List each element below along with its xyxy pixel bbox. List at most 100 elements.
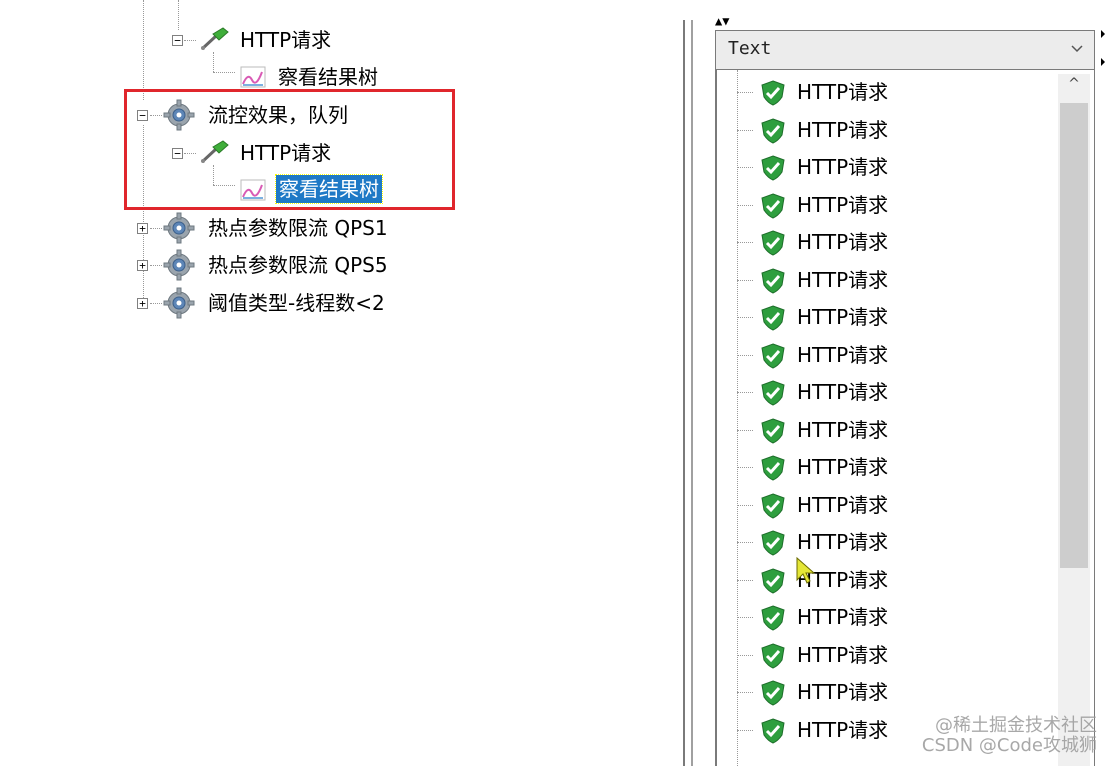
result-label: HTTP请求: [797, 267, 889, 292]
result-list-item[interactable]: HTTP请求: [717, 561, 1057, 599]
result-list-item[interactable]: HTTP请求: [717, 223, 1057, 261]
list-connector: [737, 354, 753, 356]
split-pane-border: [683, 20, 685, 766]
result-list-item[interactable]: HTTP请求: [717, 73, 1057, 111]
tree-connector: [184, 40, 196, 41]
success-shield-icon: [761, 155, 785, 181]
expand-toggle-icon[interactable]: +: [137, 223, 148, 234]
result-label: HTTP请求: [797, 80, 889, 104]
results-list[interactable]: HTTP请求 HTTP请求 HTTP请求 HTTP请求 HTTP请求 HTTP请求 HTTP…: [715, 70, 1095, 766]
split-pane-divider[interactable]: [691, 20, 693, 766]
list-connector: [737, 542, 753, 543]
result-list-item[interactable]: HTTP请求: [717, 636, 1057, 674]
success-shield-icon: [761, 717, 785, 744]
red-highlight-annotation: [124, 89, 455, 210]
list-connector: [737, 429, 753, 431]
tree-connector: [213, 52, 214, 72]
list-connector: [737, 504, 753, 506]
result-label: HTTP请求: [797, 717, 889, 742]
result-label: HTTP请求: [797, 417, 889, 442]
list-connector: [737, 617, 753, 618]
list-connector: [737, 579, 753, 581]
result-list-item[interactable]: HTTP请求: [717, 598, 1057, 636]
scroll-up-arrow-icon[interactable]: ^: [1058, 76, 1090, 102]
tree-node-label: 热点参数限流 QPS1: [208, 216, 388, 240]
list-connector: [737, 654, 753, 656]
result-list-item[interactable]: HTTP请求: [717, 673, 1057, 711]
success-shield-icon: [761, 267, 785, 294]
gear-thread-group-icon: [163, 249, 195, 281]
success-shield-icon: [761, 80, 785, 106]
result-list-item[interactable]: HTTP请求: [717, 298, 1057, 336]
result-label: HTTP请求: [797, 305, 889, 329]
expand-toggle-icon[interactable]: +: [137, 298, 148, 309]
list-connector: [737, 392, 753, 393]
list-connector: [737, 242, 753, 243]
success-shield-icon: [761, 230, 785, 256]
result-label: HTTP请求: [797, 155, 889, 179]
watermark-line1: @稀土掘金技术社区: [935, 715, 1097, 736]
success-shield-icon: [761, 492, 785, 519]
tree-connector: [150, 265, 162, 266]
result-label: HTTP请求: [797, 342, 889, 367]
result-list-item[interactable]: HTTP请求: [717, 448, 1057, 486]
result-label: HTTP请求: [797, 642, 889, 667]
chevron-down-icon[interactable]: [1070, 41, 1084, 55]
success-shield-icon: [761, 455, 785, 481]
list-connector: [737, 692, 753, 693]
gear-thread-group-icon: [163, 287, 195, 319]
result-label: HTTP请求: [797, 230, 889, 254]
tree-connector: [150, 228, 162, 229]
result-label: HTTP请求: [797, 380, 889, 404]
result-label: HTTP请求: [797, 530, 889, 554]
tree-node-label: HTTP请求: [240, 28, 332, 52]
panel-edge-arrows-icon: [1101, 30, 1105, 66]
list-connector: [737, 92, 753, 93]
result-list-item[interactable]: HTTP请求: [717, 336, 1057, 374]
result-label: HTTP请求: [797, 605, 889, 629]
result-list-item[interactable]: HTTP请求: [717, 186, 1057, 224]
mouse-cursor-icon: [796, 556, 816, 584]
list-connector: [737, 129, 753, 131]
collapse-toggle-icon[interactable]: −: [172, 35, 183, 46]
watermark: @稀土掘金技术社区 CSDN @Code攻城狮: [922, 716, 1097, 756]
tree-node-label: 热点参数限流 QPS5: [208, 253, 388, 277]
scrollbar-thumb[interactable]: [1060, 103, 1088, 568]
split-arrows-icon[interactable]: ▲▼: [715, 14, 729, 28]
result-list-item[interactable]: HTTP请求: [717, 261, 1057, 299]
list-connector: [737, 279, 753, 281]
result-label: HTTP请求: [797, 680, 889, 704]
success-shield-icon: [761, 417, 785, 444]
result-label: HTTP请求: [797, 117, 889, 142]
success-shield-icon: [761, 680, 785, 706]
list-connector: [737, 204, 753, 206]
tree-connector: [143, 0, 144, 100]
result-list-item[interactable]: HTTP请求: [717, 111, 1057, 149]
result-list-item[interactable]: HTTP请求: [717, 411, 1057, 449]
success-shield-icon: [761, 642, 785, 669]
test-plan-tree: − HTTP请求 察看结果树 − 流控效果，队列 − HTTP请求 察看结果树 …: [0, 0, 680, 766]
result-list-item[interactable]: HTTP请求: [717, 373, 1057, 411]
success-shield-icon: [761, 605, 785, 631]
renderer-select-value: Text: [728, 38, 772, 59]
success-shield-icon: [761, 380, 785, 406]
success-shield-icon: [761, 192, 785, 219]
expand-toggle-icon[interactable]: +: [137, 260, 148, 271]
list-connector: [737, 729, 753, 731]
result-list-item[interactable]: HTTP请求: [717, 148, 1057, 186]
list-connector: [737, 167, 753, 168]
success-shield-icon: [761, 342, 785, 369]
list-connector: [737, 317, 753, 318]
result-list-item[interactable]: HTTP请求: [717, 486, 1057, 524]
tree-node-label: 察看结果树: [278, 65, 378, 89]
results-tree-listener-icon: [240, 66, 266, 88]
watermark-line2: CSDN @Code攻城狮: [921, 735, 1097, 756]
success-shield-icon: [761, 530, 785, 556]
result-label: HTTP请求: [797, 192, 889, 217]
tree-connector: [150, 303, 162, 304]
success-shield-icon: [761, 567, 785, 594]
result-label: HTTP请求: [797, 455, 889, 479]
result-list-item[interactable]: HTTP请求: [717, 523, 1057, 561]
result-label: HTTP请求: [797, 492, 889, 517]
renderer-select[interactable]: Text: [715, 30, 1095, 70]
